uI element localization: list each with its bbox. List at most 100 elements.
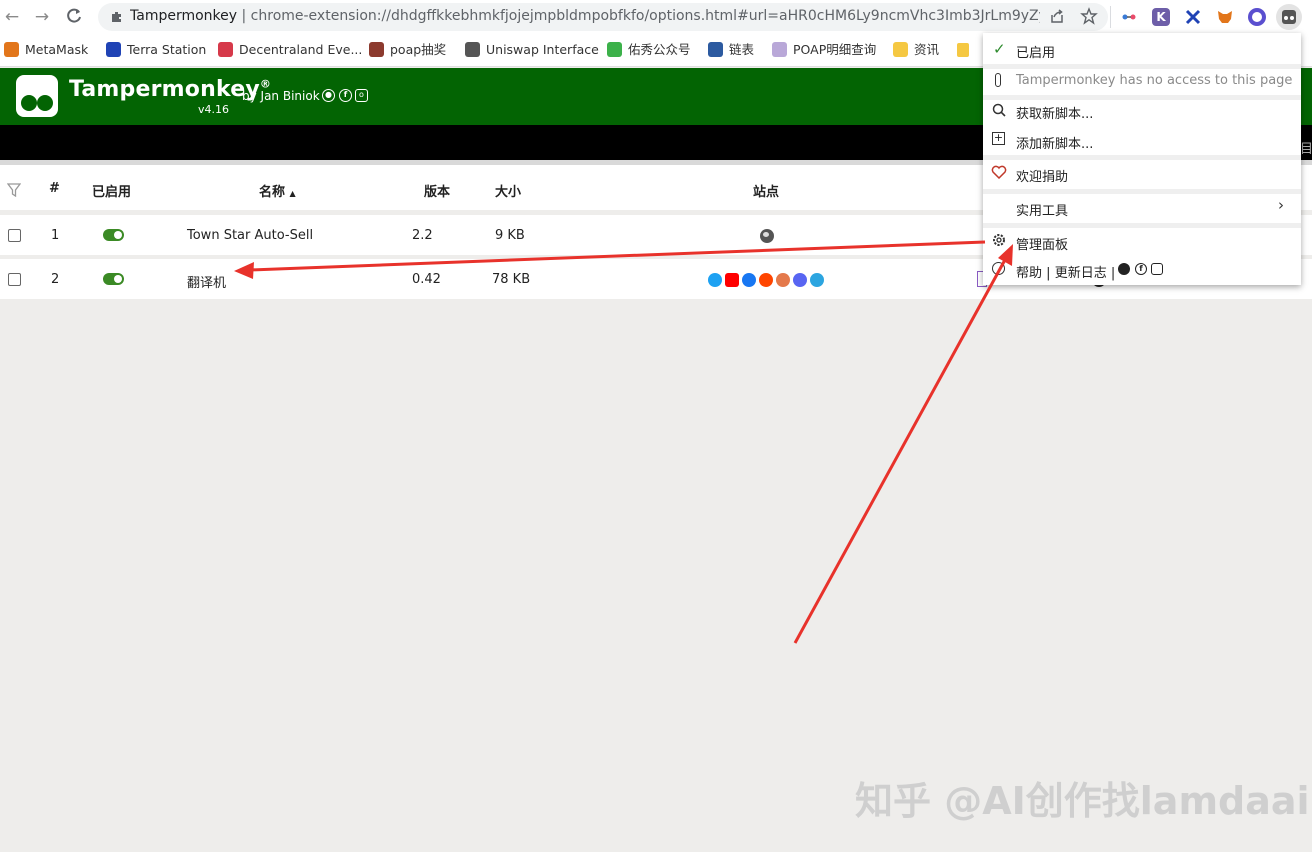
popup-get-scripts[interactable]: 获取新脚本...: [1016, 103, 1093, 122]
column-header-number[interactable]: #: [49, 181, 60, 196]
toolbar-divider: [1110, 6, 1111, 28]
url-text[interactable]: Tampermonkey | chrome-extension://dhdgff…: [130, 8, 1040, 24]
filter-icon[interactable]: [6, 182, 22, 198]
popup-dashboard[interactable]: 管理面板: [1016, 234, 1068, 253]
popup-separator: |: [1046, 266, 1051, 281]
other-site-icon: [776, 273, 790, 287]
wechat-icon: [607, 42, 622, 57]
author-credit: by Jan Biniok: [242, 89, 320, 103]
share-icon[interactable]: [1049, 8, 1065, 24]
bookmark-label: 佑秀公众号: [628, 42, 691, 57]
bookmark-item[interactable]: poap抽奖: [369, 41, 446, 59]
facebook-icon[interactable]: f: [1135, 263, 1147, 275]
chevron-right-icon: ›: [1278, 196, 1284, 214]
popup-no-access-text: Tampermonkey has no access to this page: [1016, 73, 1293, 88]
puzzle-icon: [110, 9, 124, 23]
folder-icon: [893, 42, 908, 57]
watermark-text: 知乎 @AI创作找lamdaai: [855, 779, 1310, 823]
terra-icon[interactable]: [1184, 8, 1202, 26]
column-header-name-label: 名称: [259, 185, 286, 200]
app-version: v4.16: [198, 103, 230, 116]
bookmark-item[interactable]: Decentraland Eve...: [218, 41, 362, 59]
folder-icon[interactable]: [957, 43, 969, 57]
bookmark-label: 资讯: [914, 42, 940, 57]
popup-utilities[interactable]: 实用工具: [1016, 200, 1068, 219]
row-checkbox[interactable]: [8, 229, 21, 242]
poap-icon: [369, 42, 384, 57]
github-icon[interactable]: ●: [322, 89, 335, 102]
add-square-icon: +: [992, 131, 1005, 145]
github-icon[interactable]: [1118, 263, 1130, 275]
popup-separator: |: [1110, 266, 1116, 281]
popup-divider: [983, 223, 1301, 228]
poap-detail-icon: [772, 42, 787, 57]
metamask-icon[interactable]: [1216, 8, 1234, 26]
check-icon: ✓: [993, 40, 1006, 58]
script-name[interactable]: 翻译机: [187, 272, 226, 291]
terra-icon: [106, 42, 121, 57]
facebook-site-icon: [742, 273, 756, 287]
reload-icon[interactable]: [64, 7, 84, 27]
circle-icon[interactable]: [1248, 8, 1266, 26]
popup-divider: [983, 95, 1301, 100]
enabled-toggle[interactable]: [103, 273, 124, 285]
partial-tab-label: 目: [1300, 142, 1312, 157]
url-path: chrome-extension://dhdgffkkebhmkfjojejmp…: [250, 8, 1040, 24]
popup-help-link[interactable]: 帮助: [1016, 266, 1042, 281]
bookmark-label: MetaMask: [25, 42, 89, 57]
annotation-arrow-line: [793, 257, 1008, 644]
k-icon[interactable]: K: [1152, 8, 1170, 26]
column-header-name[interactable]: 名称 ▲: [259, 181, 296, 200]
popup-enabled-item[interactable]: 已启用: [1016, 42, 1055, 61]
bookmark-item[interactable]: 佑秀公众号: [607, 41, 691, 59]
enabled-toggle[interactable]: [103, 229, 124, 241]
instagram-icon[interactable]: o: [355, 89, 368, 102]
bookmark-label: Uniswap Interface: [486, 42, 599, 57]
help-icon: [992, 262, 1005, 275]
popup-add-script[interactable]: 添加新脚本...: [1016, 133, 1093, 152]
bookmark-label: poap抽奖: [390, 42, 447, 57]
script-version: 2.2: [412, 228, 433, 243]
bookmark-label: Decentraland Eve...: [239, 42, 363, 57]
forward-arrow-icon[interactable]: →: [32, 7, 52, 27]
bookmark-item[interactable]: Uniswap Interface: [465, 41, 599, 59]
script-version: 0.42: [412, 272, 441, 287]
popup-help-row: 帮助 | 更新日志 |: [1016, 262, 1115, 281]
row-number: 1: [51, 228, 60, 243]
globe-icon: [760, 229, 774, 243]
bookmark-item[interactable]: Terra Station: [106, 41, 206, 59]
script-name[interactable]: Town Star Auto-Sell: [187, 228, 313, 243]
heart-icon: [991, 164, 1007, 180]
bookmark-item[interactable]: 资讯: [893, 41, 939, 59]
telegram-icon: [810, 273, 824, 287]
facebook-icon[interactable]: f: [339, 89, 352, 102]
back-arrow-icon[interactable]: ←: [2, 7, 22, 27]
popup-divider: [983, 64, 1301, 69]
bookmark-item[interactable]: MetaMask: [4, 41, 88, 59]
gear-icon: [991, 232, 1007, 248]
bookmark-label: Terra Station: [127, 42, 207, 57]
column-header-size[interactable]: 大小: [495, 181, 521, 200]
app-title-text: Tampermonkey: [69, 77, 260, 102]
script-size: 78 KB: [492, 272, 531, 287]
tampermonkey-icon[interactable]: [1276, 4, 1302, 30]
row-number: 2: [51, 272, 60, 287]
twitter-icon: [708, 273, 722, 287]
tampermonkey-logo: [16, 75, 58, 117]
bookmark-item[interactable]: 链表: [708, 41, 754, 59]
youtube-icon: [725, 273, 739, 287]
star-icon[interactable]: [1080, 7, 1098, 25]
bookmark-item[interactable]: POAP明细查询: [772, 41, 876, 59]
instagram-icon[interactable]: [1151, 263, 1163, 275]
row-checkbox[interactable]: [8, 273, 21, 286]
popup-changelog-link[interactable]: 更新日志: [1055, 266, 1107, 281]
fox-icon: [4, 42, 19, 57]
bookmark-label: 链表: [729, 42, 755, 57]
column-header-version[interactable]: 版本: [424, 181, 450, 200]
url-separator: |: [241, 8, 247, 24]
column-header-sites[interactable]: 站点: [753, 181, 779, 200]
chain-icon: [708, 42, 723, 57]
column-header-enabled[interactable]: 已启用: [92, 181, 131, 200]
link-icon[interactable]: [1120, 8, 1138, 26]
popup-donate[interactable]: 欢迎捐助: [1016, 166, 1068, 185]
